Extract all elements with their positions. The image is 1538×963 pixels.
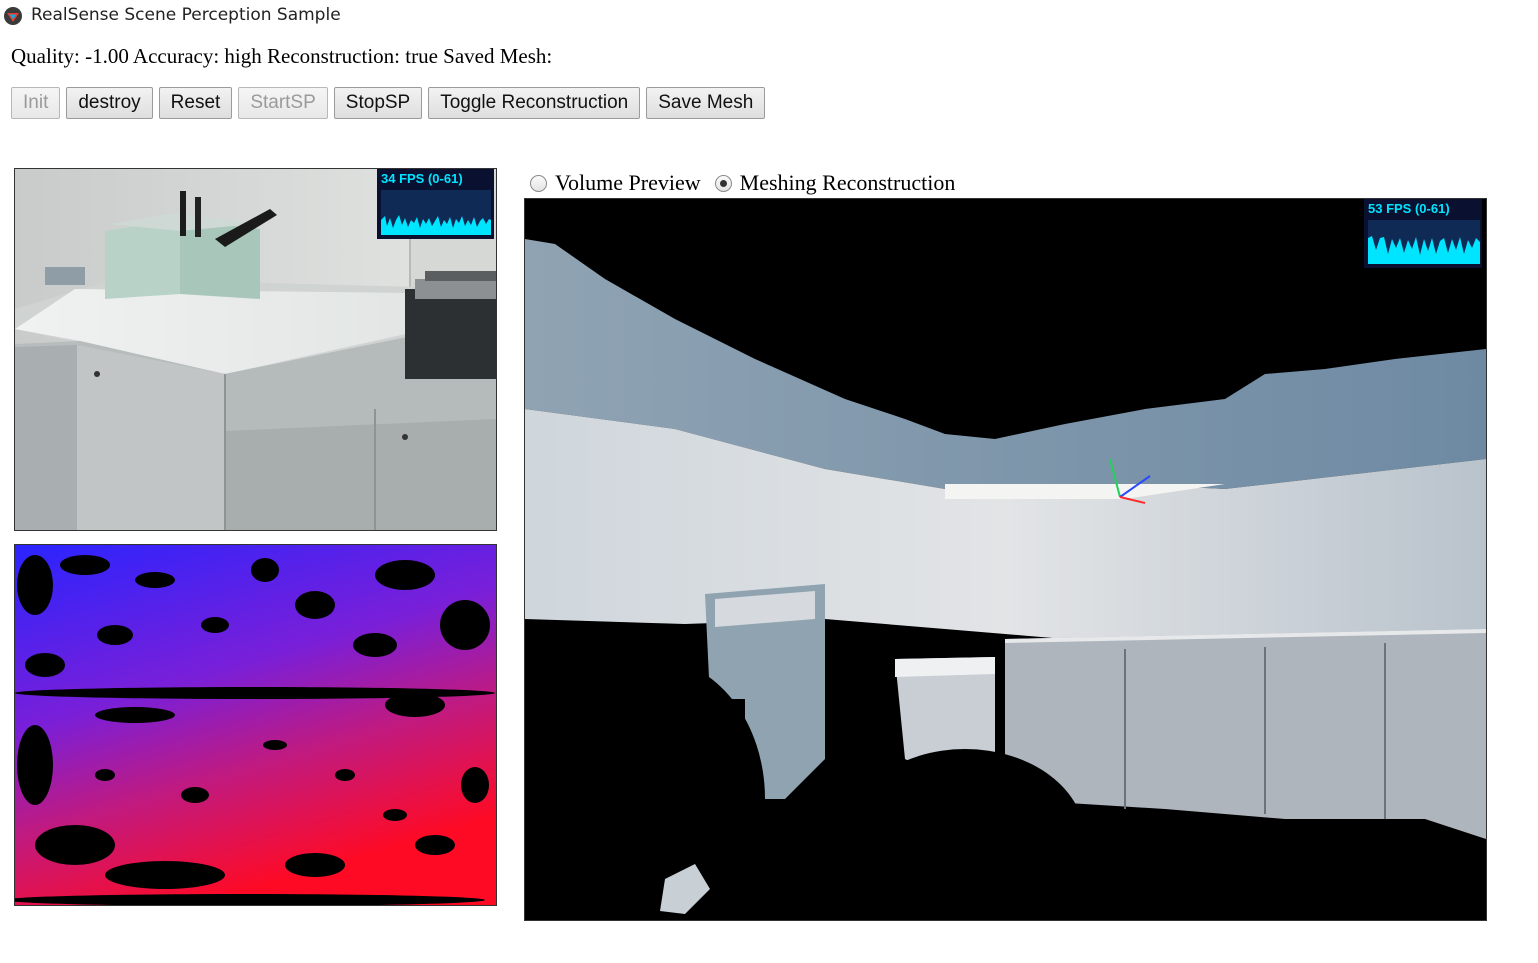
meshing-reconstruction-label[interactable]: Meshing Reconstruction — [740, 170, 956, 196]
color-camera-view: 34 FPS (0-61) — [14, 168, 497, 531]
save-mesh-button[interactable]: Save Mesh — [646, 87, 766, 119]
toggle-reconstruction-button[interactable]: Toggle Reconstruction — [428, 87, 641, 119]
toolbar: Init destroy Reset StartSP StopSP Toggle… — [11, 87, 766, 119]
color-fps-overlay: 34 FPS (0-61) — [377, 169, 494, 239]
meshing-reconstruction-radio[interactable] — [714, 174, 732, 192]
volume-preview-radio[interactable] — [530, 174, 547, 192]
reconstruction-view[interactable]: 53 FPS (0-61) — [524, 198, 1487, 921]
color-fps-graph — [381, 190, 491, 235]
depth-camera-view — [14, 544, 497, 906]
init-button[interactable]: Init — [11, 87, 61, 119]
volume-preview-label[interactable]: Volume Preview — [555, 170, 701, 196]
destroy-button[interactable]: destroy — [66, 87, 153, 119]
color-fps-label: 34 FPS (0-61) — [381, 171, 463, 186]
reconstruction-fps-label: 53 FPS (0-61) — [1368, 201, 1450, 216]
view-mode-radio-group: Volume Preview Meshing Reconstruction — [530, 170, 955, 196]
status-text: Quality: -1.00 Accuracy: high Reconstruc… — [11, 44, 553, 68]
reset-button[interactable]: Reset — [158, 87, 233, 119]
title-bar: RealSense Scene Perception Sample — [0, 0, 1538, 34]
depth-image — [15, 545, 496, 905]
mesh-reconstruction-image — [525, 199, 1486, 920]
realsense-app-icon — [4, 7, 22, 25]
stop-sp-button[interactable]: StopSP — [333, 87, 423, 119]
window-title: RealSense Scene Perception Sample — [31, 5, 341, 25]
reconstruction-fps-graph — [1368, 220, 1480, 264]
reconstruction-fps-overlay: 53 FPS (0-61) — [1364, 199, 1482, 268]
start-sp-button[interactable]: StartSP — [238, 87, 328, 119]
